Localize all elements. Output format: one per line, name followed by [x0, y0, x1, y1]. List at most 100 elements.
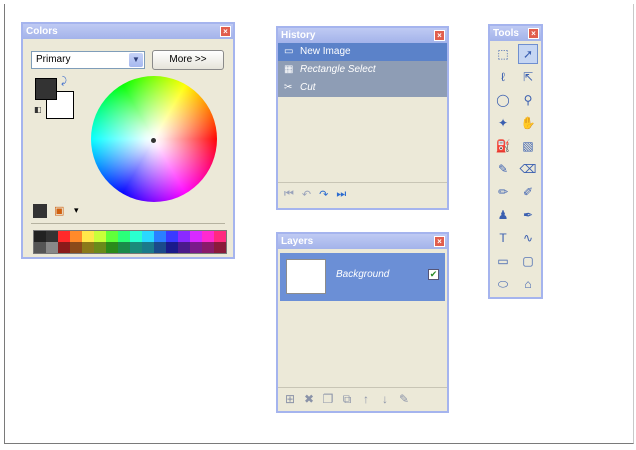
- palette-swatch[interactable]: [190, 231, 202, 242]
- palette-swatch[interactable]: [142, 231, 154, 242]
- palette-swatch[interactable]: [34, 231, 46, 242]
- palette-swatch[interactable]: [130, 231, 142, 242]
- palette-dropdown-icon[interactable]: ▾: [74, 205, 79, 216]
- palette-swatch[interactable]: [178, 242, 190, 253]
- palette-swatch[interactable]: [154, 231, 166, 242]
- history-item[interactable]: ✂ Cut: [278, 79, 447, 97]
- line-curve-tool-icon[interactable]: ∿: [518, 228, 538, 248]
- colors-close-button[interactable]: ×: [220, 26, 231, 37]
- palette-swatch[interactable]: [142, 242, 154, 253]
- palette-swatch[interactable]: [70, 231, 82, 242]
- history-close-button[interactable]: ×: [434, 30, 445, 41]
- delete-layer-icon[interactable]: ✖: [302, 392, 316, 406]
- color-picker-tool-icon[interactable]: ✐: [518, 182, 538, 202]
- history-panel-title[interactable]: History ×: [278, 28, 447, 43]
- palette-swatch[interactable]: [178, 231, 190, 242]
- ellipse-tool-icon[interactable]: ⬭: [493, 274, 513, 294]
- palette-swatch[interactable]: [202, 242, 214, 253]
- palette-swatch[interactable]: [154, 242, 166, 253]
- colors-panel: Colors × Primary ▼ More >> ⤸ ◧ ▣ ▾: [21, 22, 235, 259]
- rounded-rectangle-tool-icon[interactable]: ▢: [518, 251, 538, 271]
- palette-menu-icon[interactable]: ▣: [54, 204, 64, 217]
- move-layer-down-icon[interactable]: ↓: [378, 392, 392, 406]
- history-item[interactable]: ▦ Rectangle Select: [278, 61, 447, 79]
- scissors-icon: ✂: [284, 82, 293, 93]
- palette-swatch[interactable]: [34, 242, 46, 253]
- fast-forward-icon[interactable]: ⏭: [336, 188, 346, 201]
- palette-swatch[interactable]: [202, 231, 214, 242]
- palette-swatch[interactable]: [166, 242, 178, 253]
- palette-swatch[interactable]: [46, 231, 58, 242]
- more-button[interactable]: More >>: [152, 50, 224, 70]
- lasso-select-tool-icon[interactable]: ℓ: [493, 67, 513, 87]
- magic-wand-tool-icon[interactable]: ✦: [493, 113, 513, 133]
- tools-grid: ⬚ ➚ ℓ ⇱ ◯ ⚲ ✦ ✋ ⛽ ▧ ✎ ⌫ ✏ ✐ ♟ ✒ T ∿ ▭ ▢ …: [493, 44, 540, 297]
- color-wheel-cursor: [151, 138, 156, 143]
- freeform-shape-tool-icon[interactable]: ⌂: [518, 274, 538, 294]
- palette-swatch[interactable]: [82, 231, 94, 242]
- palette-swatch-icon[interactable]: [33, 204, 47, 218]
- palette-divider: [31, 223, 225, 224]
- gradient-tool-icon[interactable]: ▧: [518, 136, 538, 156]
- palette-swatch[interactable]: [94, 242, 106, 253]
- pencil-tool-icon[interactable]: ✏: [493, 182, 513, 202]
- ellipse-select-tool-icon[interactable]: ◯: [493, 90, 513, 110]
- eraser-tool-icon[interactable]: ⌫: [518, 159, 538, 179]
- add-layer-icon[interactable]: ⊞: [283, 392, 297, 406]
- layer-visibility-checkbox[interactable]: ✔: [428, 269, 439, 280]
- palette-swatch[interactable]: [166, 231, 178, 242]
- duplicate-layer-icon[interactable]: ❐: [321, 392, 335, 406]
- palette-swatch[interactable]: [214, 242, 226, 253]
- history-toolbar: ⏮ ↶ ↷ ⏭: [278, 182, 447, 205]
- palette-swatch[interactable]: [58, 231, 70, 242]
- palette-swatch[interactable]: [46, 242, 58, 253]
- tools-panel: Tools × ⬚ ➚ ℓ ⇱ ◯ ⚲ ✦ ✋ ⛽ ▧ ✎ ⌫ ✏ ✐ ♟ ✒ …: [488, 24, 543, 299]
- palette-swatch[interactable]: [82, 242, 94, 253]
- text-tool-icon[interactable]: T: [493, 228, 513, 248]
- layers-close-button[interactable]: ×: [434, 236, 445, 247]
- palette-swatch[interactable]: [106, 231, 118, 242]
- rewind-icon[interactable]: ⏮: [284, 188, 294, 201]
- layer-row[interactable]: Background ✔: [280, 253, 445, 301]
- history-item-label: Rectangle Select: [300, 64, 376, 75]
- paintbrush-tool-icon[interactable]: ✎: [493, 159, 513, 179]
- swap-colors-icon[interactable]: ⤸: [61, 76, 67, 87]
- tools-close-button[interactable]: ×: [528, 28, 539, 39]
- color-mode-select[interactable]: Primary ▼: [31, 51, 145, 69]
- color-mode-value: Primary: [36, 54, 71, 65]
- paint-bucket-tool-icon[interactable]: ⛽: [493, 136, 513, 156]
- undo-icon[interactable]: ↶: [302, 188, 311, 201]
- palette-swatch[interactable]: [130, 242, 142, 253]
- layer-properties-icon[interactable]: ✎: [397, 392, 411, 406]
- history-item-label: Cut: [300, 82, 316, 93]
- zoom-tool-icon[interactable]: ⚲: [518, 90, 538, 110]
- layers-panel-title[interactable]: Layers ×: [278, 234, 447, 249]
- palette-swatch[interactable]: [70, 242, 82, 253]
- primary-color-swatch[interactable]: [35, 78, 57, 100]
- new-image-icon: ▭: [284, 46, 294, 57]
- chevron-down-icon[interactable]: ▼: [129, 53, 143, 67]
- palette-swatch[interactable]: [214, 231, 226, 242]
- rectangle-select-tool-icon[interactable]: ⬚: [493, 44, 513, 64]
- palette-swatch[interactable]: [58, 242, 70, 253]
- palette-swatch[interactable]: [106, 242, 118, 253]
- palette-swatch[interactable]: [94, 231, 106, 242]
- recolor-tool-icon[interactable]: ✒: [518, 205, 538, 225]
- move-tool-icon[interactable]: ⇱: [518, 67, 538, 87]
- history-panel: History × ▭ New Image ▦ Rectangle Select…: [276, 26, 449, 210]
- move-selection-tool-icon[interactable]: ➚: [518, 44, 538, 64]
- redo-icon[interactable]: ↷: [319, 188, 328, 201]
- palette-swatch[interactable]: [190, 242, 202, 253]
- layer-thumbnail: [286, 259, 326, 294]
- rectangle-tool-icon[interactable]: ▭: [493, 251, 513, 271]
- reset-colors-icon[interactable]: ◧: [34, 105, 42, 114]
- tools-panel-title[interactable]: Tools ×: [490, 26, 541, 41]
- palette-swatch[interactable]: [118, 242, 130, 253]
- palette-swatch[interactable]: [118, 231, 130, 242]
- pan-tool-icon[interactable]: ✋: [518, 113, 538, 133]
- clone-stamp-tool-icon[interactable]: ♟: [493, 205, 513, 225]
- move-layer-up-icon[interactable]: ↑: [359, 392, 373, 406]
- merge-layer-icon[interactable]: ⧉: [340, 392, 354, 407]
- colors-panel-title[interactable]: Colors ×: [23, 24, 233, 39]
- history-item[interactable]: ▭ New Image: [278, 43, 447, 61]
